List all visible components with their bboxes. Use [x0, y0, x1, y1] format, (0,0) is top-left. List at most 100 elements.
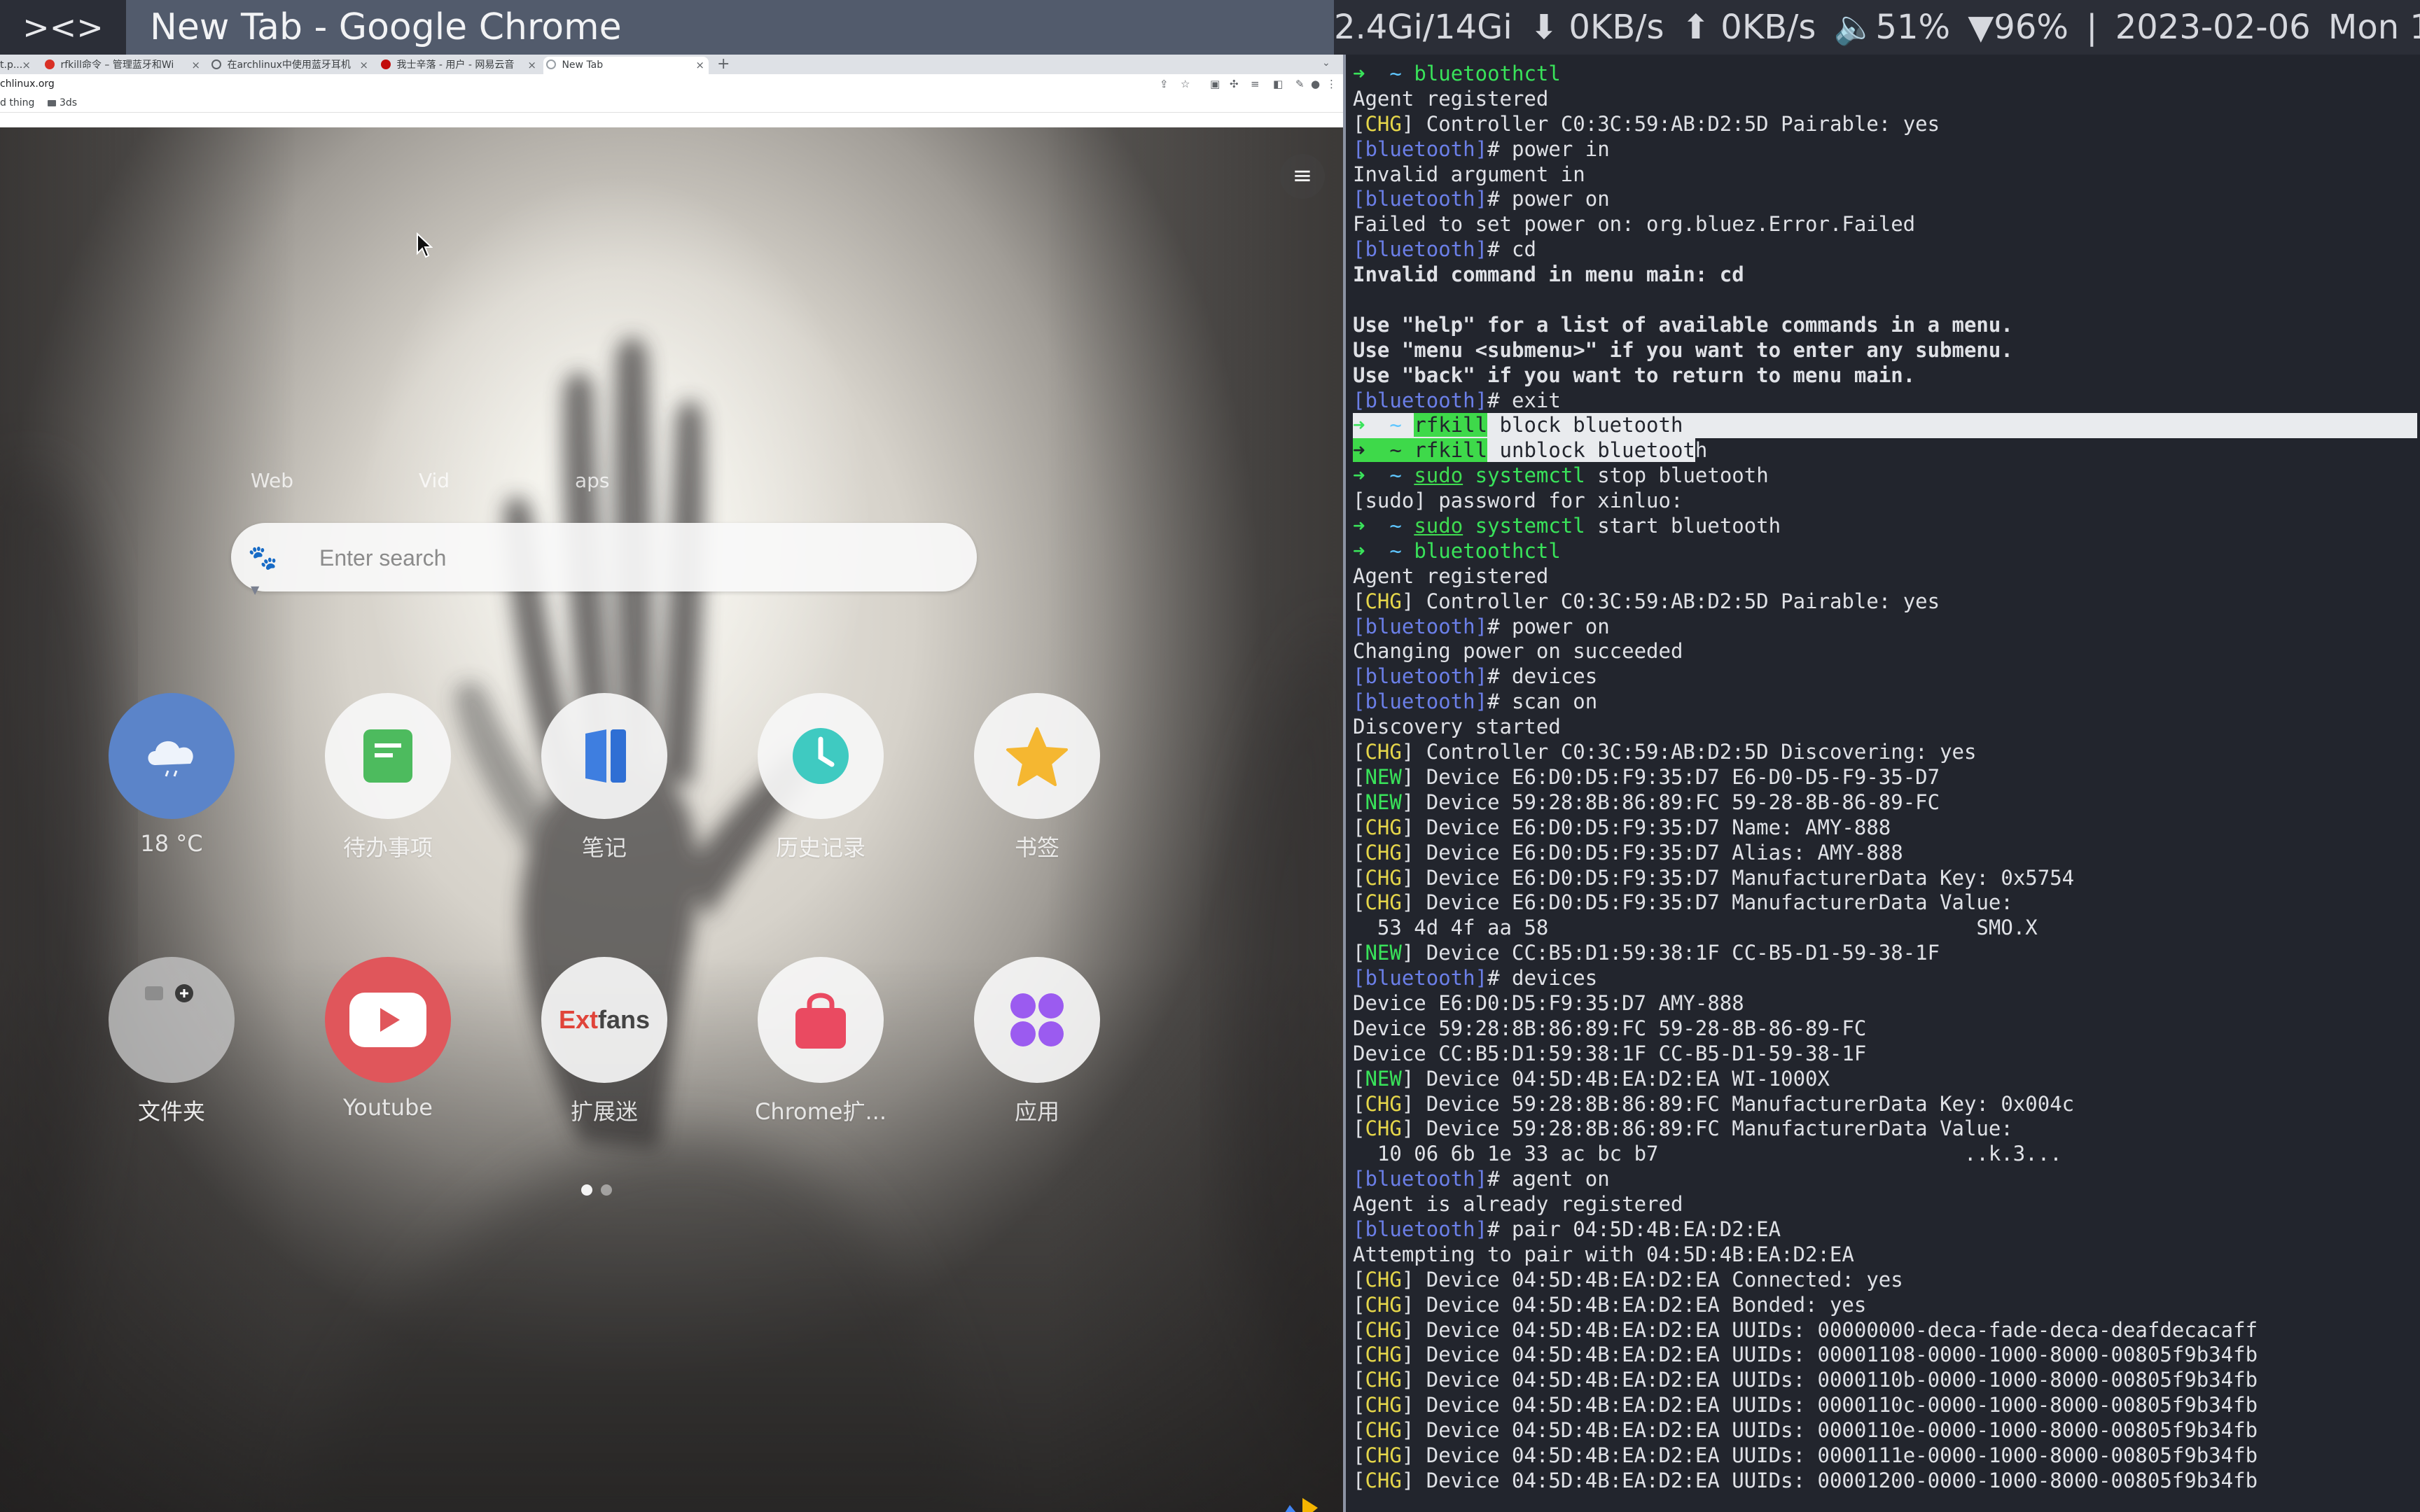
app-label: 历史记录	[775, 834, 865, 861]
app-weather[interactable]: 18 °C	[88, 693, 256, 868]
search-engine-selector[interactable]: 🐾▼	[248, 542, 287, 596]
volume-level[interactable]: 🔈51%	[1834, 8, 1950, 47]
terminal-line: [CHG] Controller C0:3C:59:AB:D2:5D Disco…	[1353, 740, 2417, 765]
terminal-line: [CHG] Device 04:5D:4B:EA:D2:EA UUIDs: 00…	[1353, 1469, 2417, 1494]
app-extfans[interactable]: Ext fans 扩展迷	[520, 957, 688, 1132]
app-folder[interactable]: 文件夹	[88, 957, 256, 1132]
tab-label: 我士辛落 - 用户 - 网易云音	[396, 59, 515, 71]
app-apps[interactable]: 应用	[953, 957, 1121, 1132]
terminal-text: CHG	[1365, 1091, 1402, 1116]
terminal-text: # pair 04:5D:4B:EA:D2:EA	[1487, 1217, 1781, 1241]
netease-music-icon	[381, 59, 391, 69]
pinwheel-icon[interactable]	[1274, 1492, 1330, 1512]
extfans-fans-text: fans	[598, 1005, 651, 1034]
app-label: 文件夹	[137, 1098, 205, 1125]
hamburger-menu-icon[interactable]: ≡	[1280, 154, 1325, 199]
search-tab-video[interactable]: Vid	[419, 469, 450, 492]
app-label: Youtube	[343, 1094, 433, 1121]
terminal-line: [CHG] Device 04:5D:4B:EA:D2:EA Connected…	[1353, 1268, 2417, 1293]
terminal-text: ~	[1377, 438, 1414, 463]
terminal-text: Invalid command in menu main: cd	[1353, 262, 1744, 287]
terminal-text: [bluetooth]	[1353, 388, 1488, 412]
terminal-text: [	[1353, 941, 1365, 965]
terminal-text: # power on	[1487, 187, 1610, 211]
youtube-icon	[325, 957, 451, 1083]
search-tab-web[interactable]: Web	[251, 469, 293, 492]
close-tab-icon[interactable]: ×	[359, 57, 368, 74]
terminal-text: CHG	[1365, 1468, 1402, 1492]
toolbar: chlinux.org ⇪ ☆ ▣ ✣ ≡ ◧ ✎ ● ⋮	[0, 74, 1343, 94]
close-tab-icon[interactable]: ×	[527, 57, 536, 74]
terminal-text: ] Device 04:5D:4B:EA:D2:EA UUIDs: 000012…	[1401, 1468, 2258, 1492]
terminal-text: [bluetooth]	[1353, 136, 1488, 161]
terminal-text: [	[1353, 1066, 1365, 1091]
day: Mon 1	[2328, 8, 2420, 47]
terminal-text: stop bluetooth	[1585, 463, 1769, 488]
tab-label: t.p...	[0, 59, 23, 71]
tab-label: 在archlinux中使用蓝牙耳机	[227, 59, 351, 71]
terminal-line: ➜ ~ sudo systemctl start bluetooth	[1353, 514, 2417, 539]
extension-icon[interactable]: ▣	[1210, 77, 1220, 91]
page-dot-active[interactable]	[581, 1184, 592, 1196]
app-todo[interactable]: 待办事项	[304, 693, 472, 868]
terminal-line: [bluetooth]# power in	[1353, 137, 2417, 162]
terminal-output: ➜ ~ bluetoothctl Agent registered [CHG] Co…	[1353, 62, 2417, 1494]
close-tab-icon[interactable]: ×	[22, 57, 31, 74]
search-input[interactable]	[318, 537, 951, 579]
bookmark-folder[interactable]: 3ds	[48, 97, 77, 108]
terminal-line: [bluetooth]# power on	[1353, 187, 2417, 212]
terminal-text: NEW	[1365, 790, 1402, 814]
terminal-line: Agent is already registered	[1353, 1192, 2417, 1217]
terminal-text: Use "menu <submenu>" if you want to ente…	[1353, 337, 2013, 362]
address-bar[interactable]: chlinux.org	[0, 78, 55, 90]
tab-2[interactable]: 在archlinux中使用蓝牙耳机 ×	[209, 57, 373, 74]
terminal-text: # power on	[1487, 614, 1610, 638]
app-bookmarks[interactable]: 书签	[953, 693, 1121, 868]
site-favicon-icon	[45, 59, 55, 69]
terminal-text: CHG	[1365, 1343, 1402, 1367]
close-tab-icon[interactable]: ×	[191, 57, 200, 74]
terminal-text: Device CC:B5:D1:59:38:1F CC-B5-D1-59-38-…	[1353, 1041, 1867, 1065]
terminal-window[interactable]: ➜ ~ bluetoothctl Agent registered [CHG] Co…	[1343, 55, 2420, 1512]
terminal-text: ~	[1377, 514, 1414, 538]
close-tab-icon[interactable]: ×	[695, 57, 704, 74]
new-tab-button[interactable]: +	[717, 56, 730, 73]
terminal-line: [CHG] Device E6:D0:D5:F9:35:D7 Name: AMY…	[1353, 816, 2417, 841]
terminal-text: Attempting to pair with 04:5D:4B:EA:D2:E…	[1353, 1242, 1854, 1266]
terminal-text: [bluetooth]	[1353, 966, 1488, 990]
terminal-text: sudo	[1414, 463, 1463, 488]
tab-3[interactable]: 我士辛落 - 用户 - 网易云音 ×	[378, 57, 541, 74]
terminal-text: ] Device 04:5D:4B:EA:D2:EA UUIDs: 000011…	[1401, 1393, 2258, 1418]
reading-list-icon[interactable]: ≡	[1251, 77, 1260, 91]
bookmark-item[interactable]: d thing	[0, 97, 34, 108]
terminal-text: ] Device 59:28:8B:86:89:FC 59-28-8B-86-8…	[1401, 790, 1940, 814]
kebab-menu-icon[interactable]: ⋮	[1326, 77, 1337, 91]
app-history[interactable]: 历史记录	[737, 693, 905, 868]
puzzle-icon[interactable]: ✣	[1230, 77, 1239, 91]
terminal-line: 53 4d 4f aa 58 SMO.X	[1353, 916, 2417, 941]
network-download: ⬇ 0KB/s	[1529, 8, 1664, 47]
chevron-down-icon[interactable]: ⌄	[1322, 57, 1330, 69]
terminal-line: Use "help" for a list of available comma…	[1353, 313, 2417, 338]
terminal-text: CHG	[1365, 589, 1402, 613]
search-tab-maps[interactable]: aps	[575, 469, 610, 492]
tab-new-tab[interactable]: New Tab ×	[543, 57, 709, 74]
terminal-line: [NEW] Device CC:B5:D1:59:38:1F CC-B5-D1-…	[1353, 941, 2417, 966]
terminal-text: CHG	[1365, 1116, 1402, 1141]
side-panel-icon[interactable]: ◧	[1273, 77, 1283, 91]
terminal-line: [CHG] Device 04:5D:4B:EA:D2:EA UUIDs: 00…	[1353, 1368, 2417, 1393]
app-chrome-extensions[interactable]: Chrome扩...	[737, 957, 905, 1132]
profile-icon[interactable]: ●	[1311, 77, 1320, 91]
app-youtube[interactable]: Youtube	[304, 957, 472, 1132]
page-dot[interactable]	[601, 1184, 612, 1196]
terminal-text: ] Device 04:5D:4B:EA:D2:EA UUIDs: 000011…	[1401, 1443, 2258, 1467]
window-manager-logo[interactable]: ><>	[0, 0, 126, 55]
tab-0[interactable]: t.p... ×	[0, 57, 35, 74]
tab-1[interactable]: rfkill命令 – 管理蓝牙和Wi ×	[42, 57, 204, 74]
app-notes[interactable]: 笔记	[520, 693, 688, 868]
pin-icon[interactable]: ✎	[1295, 77, 1305, 91]
share-icon[interactable]: ⇪	[1160, 77, 1169, 91]
star-bookmark-icon[interactable]: ☆	[1181, 77, 1190, 91]
terminal-text: systemctl	[1475, 514, 1585, 538]
